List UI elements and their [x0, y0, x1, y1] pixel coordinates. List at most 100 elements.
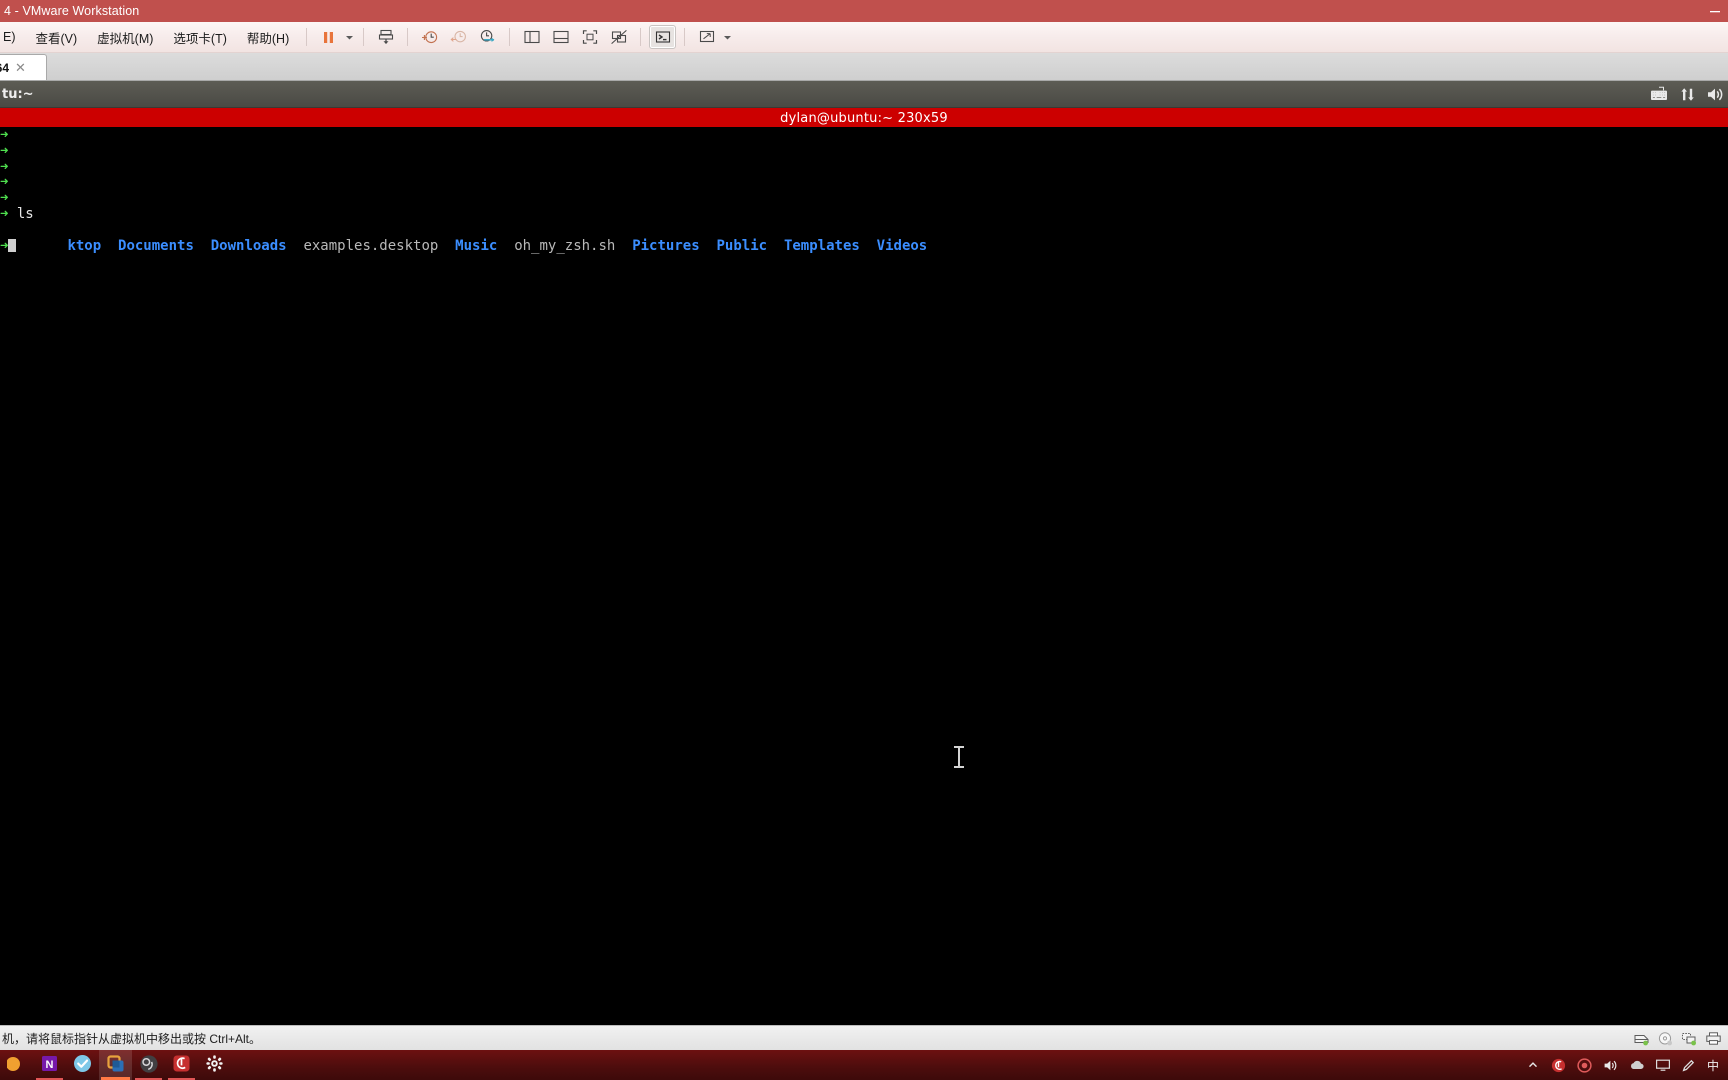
menu-view[interactable]: 查看(V)	[27, 25, 87, 50]
terminal-cursor	[8, 238, 17, 252]
prompt-arrow-icon: ➜	[0, 237, 9, 254]
ls-entry-pictures: Pictures	[632, 237, 700, 254]
vmware-workstation-window: 4 - VMware Workstation E) 查看(V) 虚拟机(M) 选…	[0, 0, 1728, 1080]
snapshot-manager-button[interactable]	[372, 25, 399, 49]
revert-snapshot-button[interactable]	[445, 25, 472, 49]
terminal-body[interactable]: ➜ ➜ ➜ ➜ ➜ ➜ ls ktop Documents Downloads …	[0, 127, 1728, 1025]
ls-entry-downloads: Downloads	[210, 237, 287, 254]
toolbar-separator	[509, 28, 511, 46]
netease-music-icon	[172, 1054, 191, 1076]
obs-icon	[139, 1054, 159, 1077]
show-hidden-icons[interactable]	[1520, 1050, 1546, 1080]
ls-entry-oh-my-zsh: oh_my_zsh.sh	[514, 237, 616, 254]
taskbar-app-todo[interactable]	[66, 1050, 99, 1080]
hard-disk-icon[interactable]	[1633, 1031, 1650, 1046]
vm-tab-x64[interactable]: x64 ✕	[0, 54, 47, 80]
terminal-line: ➜	[0, 142, 1728, 160]
guest-terminal-title: tu:~	[2, 86, 34, 102]
window-titlebar: 4 - VMware Workstation	[0, 0, 1728, 22]
suspend-button[interactable]	[315, 25, 342, 49]
keyboard-icon[interactable]	[1649, 86, 1669, 102]
ls-entry-templates: Templates	[783, 237, 860, 254]
start-orb-icon	[5, 1054, 27, 1077]
show-library-button[interactable]	[518, 25, 545, 49]
printer-icon[interactable]	[1705, 1031, 1722, 1046]
windows-taskbar: N 中	[0, 1050, 1728, 1080]
toolbar-separator	[407, 28, 409, 46]
minimize-button[interactable]	[1702, 0, 1728, 22]
terminal-resize-banner: dylan@ubuntu:~ 230x59	[0, 108, 1728, 128]
prompt-arrow-icon: ➜	[0, 127, 9, 143]
taskbar-app-settings[interactable]	[198, 1050, 231, 1080]
guest-tray	[1649, 81, 1724, 107]
vm-tab-label: x64	[0, 60, 10, 75]
tray-volume-icon[interactable]	[1598, 1050, 1624, 1080]
console-view-button[interactable]	[649, 25, 677, 49]
guest-terminal-titlebar: tu:~	[0, 81, 1728, 108]
menu-tabs[interactable]: 选项卡(T)	[164, 25, 235, 50]
ls-entry-videos: Videos	[876, 237, 928, 254]
tray-pen-icon[interactable]	[1676, 1050, 1702, 1080]
mouse-text-cursor	[954, 746, 964, 768]
manage-snapshots-button[interactable]	[474, 25, 501, 49]
onenote-icon: N	[40, 1054, 59, 1076]
stretch-guest-button[interactable]	[693, 25, 720, 49]
ls-entry-desktop: ktop	[67, 237, 102, 254]
volume-icon[interactable]	[1706, 86, 1724, 103]
taskbar-app-obs[interactable]	[132, 1050, 165, 1080]
tray-cloud-icon[interactable]	[1624, 1050, 1650, 1080]
network-updown-icon[interactable]	[1679, 86, 1696, 103]
taskbar-app-vmware[interactable]	[99, 1050, 132, 1080]
window-title: 4 - VMware Workstation	[4, 4, 140, 18]
ls-entry-public: Public	[716, 237, 768, 254]
terminal-command-line: ➜ ls	[0, 205, 1728, 223]
ls-entry-documents: Documents	[118, 237, 194, 254]
unity-mode-button[interactable]	[605, 25, 632, 49]
check-circle-icon	[72, 1053, 93, 1077]
terminal-ls-output: ktop Documents Downloads examples.deskto…	[0, 223, 1728, 254]
show-thumbnails-button[interactable]	[547, 25, 574, 49]
toolbar-separator	[306, 28, 308, 46]
terminal-line: ➜	[0, 158, 1728, 176]
take-snapshot-button[interactable]	[416, 25, 443, 49]
prompt-arrow-icon: ➜	[0, 142, 9, 159]
menu-file[interactable]: E)	[1, 27, 25, 47]
taskbar-app-start[interactable]	[0, 1050, 33, 1080]
tray-netease-icon[interactable]	[1546, 1050, 1572, 1080]
taskbar-app-neteasemusic[interactable]	[165, 1050, 198, 1080]
tray-recording-icon[interactable]	[1572, 1050, 1598, 1080]
terminal-line: ➜	[0, 174, 1728, 191]
guest-screen[interactable]: tu:~ dylan@ubuntu:~ 230x59 ➜ ➜ ➜ ➜ ➜ ➜ l…	[0, 81, 1728, 1025]
ls-entry-music: Music	[455, 237, 498, 254]
close-icon[interactable]: ✕	[15, 61, 26, 74]
menu-help[interactable]: 帮助(H)	[238, 25, 298, 50]
menu-vm[interactable]: 虚拟机(M)	[88, 25, 162, 50]
window-controls	[1702, 0, 1728, 22]
tray-ime-label[interactable]: 中	[1702, 1057, 1724, 1074]
toolbar-separator	[640, 28, 642, 46]
prompt-arrow-icon: ➜	[0, 174, 9, 191]
terminal-line: ➜	[0, 190, 1728, 207]
stretch-dropdown[interactable]	[721, 26, 734, 48]
cd-dvd-icon[interactable]	[1657, 1031, 1674, 1046]
ls-entry-examples-desktop: examples.desktop	[303, 237, 439, 254]
toolbar-separator	[684, 28, 686, 46]
gear-icon	[205, 1054, 224, 1076]
tray-monitor-icon[interactable]	[1650, 1050, 1676, 1080]
terminal-command: ls	[16, 205, 34, 222]
prompt-arrow-icon: ➜	[0, 158, 9, 175]
menubar-toolbar: E) 查看(V) 虚拟机(M) 选项卡(T) 帮助(H)	[0, 22, 1728, 53]
taskbar-tray: 中	[1520, 1050, 1728, 1080]
prompt-arrow-icon: ➜	[0, 190, 9, 207]
taskbar-apps: N	[0, 1050, 231, 1080]
enter-fullscreen-button[interactable]	[576, 25, 603, 49]
statusbar-message: 机，请将鼠标指针从虚拟机中移出或按 Ctrl+Alt。	[2, 1031, 262, 1046]
power-dropdown[interactable]	[343, 26, 356, 48]
vmware-statusbar: 机，请将鼠标指针从虚拟机中移出或按 Ctrl+Alt。	[0, 1025, 1728, 1050]
vm-tabstrip: x64 ✕	[0, 53, 1728, 81]
vmware-icon	[106, 1054, 126, 1077]
network-adapter-icon[interactable]	[1681, 1031, 1698, 1046]
toolbar-separator	[363, 28, 365, 46]
taskbar-app-onenote[interactable]: N	[33, 1050, 66, 1080]
device-status-icons	[1633, 1026, 1722, 1050]
